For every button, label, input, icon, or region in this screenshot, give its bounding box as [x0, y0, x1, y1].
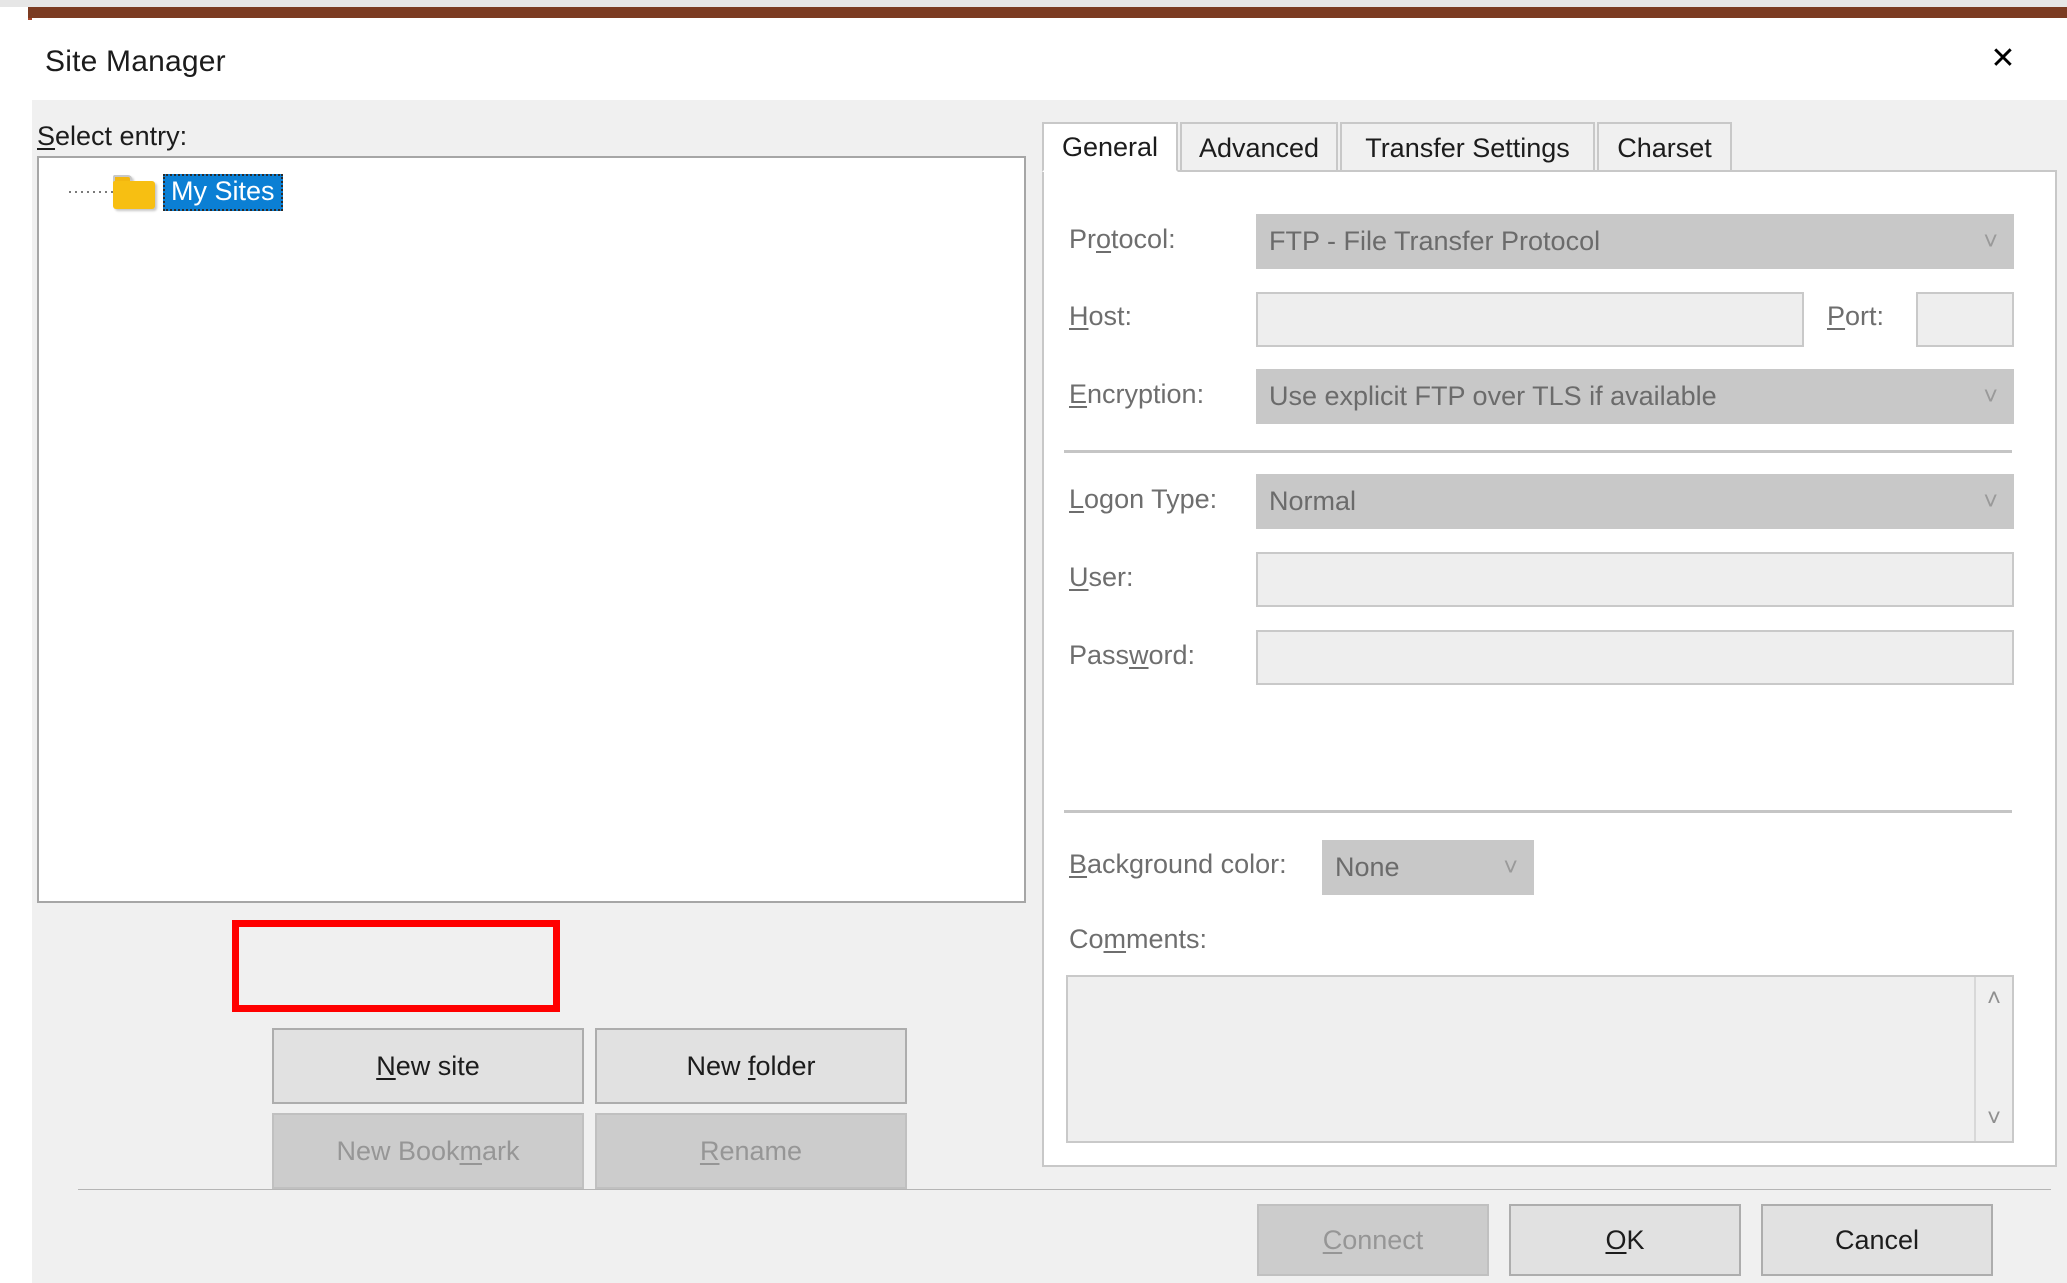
chevron-down-icon: ˅ — [1983, 229, 1998, 254]
encryption-label: Encryption: — [1069, 379, 1204, 410]
chevron-down-icon[interactable]: ˅ — [1987, 1107, 2001, 1131]
chevron-up-icon[interactable]: ˄ — [1987, 987, 2001, 1011]
folder-icon — [113, 175, 155, 209]
encryption-select: Use explicit FTP over TLS if available ˅ — [1256, 369, 2014, 424]
tab-transfer-settings[interactable]: Transfer Settings — [1340, 122, 1595, 172]
tree-connector-icon — [61, 170, 113, 214]
user-input — [1256, 552, 2014, 607]
chevron-down-icon: ˅ — [1503, 855, 1518, 880]
host-input — [1256, 292, 1804, 347]
close-icon[interactable]: ✕ — [1971, 36, 2035, 82]
background-color-label: Background color: — [1069, 849, 1287, 880]
dialog-title: Site Manager — [45, 45, 226, 79]
notebook-tabstrip: General Advanced Transfer Settings Chars… — [1042, 122, 2057, 172]
port-input — [1916, 292, 2014, 347]
section-divider-bottom — [1064, 810, 2012, 813]
new-bookmark-button: New Bookmark — [272, 1113, 584, 1189]
chevron-down-icon: ˅ — [1983, 384, 1998, 409]
site-tree[interactable]: My Sites — [37, 156, 1026, 903]
select-entry-label: Select entry: — [37, 121, 187, 152]
dialog-body: Select entry: My Sites New site New fold… — [32, 100, 2067, 1190]
user-label: User: — [1069, 562, 1134, 593]
dialog-footer: Connect OK Cancel — [32, 1190, 2067, 1283]
password-input — [1256, 630, 2014, 685]
new-folder-button[interactable]: New folder — [595, 1028, 907, 1104]
host-label: Host: — [1069, 301, 1132, 332]
tab-charset[interactable]: Charset — [1597, 122, 1732, 172]
rename-button: Rename — [595, 1113, 907, 1189]
background-window-shade — [0, 0, 2067, 7]
tab-advanced[interactable]: Advanced — [1180, 122, 1338, 172]
logon-type-select: Normal ˅ — [1256, 474, 2014, 529]
protocol-select: FTP - File Transfer Protocol ˅ — [1256, 214, 2014, 269]
password-label: Password: — [1069, 640, 1195, 671]
comments-textarea: ˄ ˅ — [1066, 975, 2014, 1143]
logon-type-label: Logon Type: — [1069, 484, 1217, 515]
tab-panel-general: Protocol: FTP - File Transfer Protocol ˅… — [1042, 170, 2057, 1167]
tab-general[interactable]: General — [1042, 122, 1178, 172]
tree-item-my-sites[interactable]: My Sites — [39, 170, 283, 214]
tree-item-label: My Sites — [163, 174, 283, 211]
settings-notebook: General Advanced Transfer Settings Chars… — [1042, 122, 2057, 1167]
background-color-select: None ˅ — [1322, 840, 1534, 895]
connect-button: Connect — [1257, 1204, 1489, 1276]
protocol-label: Protocol: — [1069, 224, 1176, 255]
section-divider-top — [1064, 450, 2012, 453]
ok-button[interactable]: OK — [1509, 1204, 1741, 1276]
cancel-button[interactable]: Cancel — [1761, 1204, 1993, 1276]
comments-scrollbar[interactable]: ˄ ˅ — [1974, 977, 2012, 1141]
dialog-titlebar: Site Manager ✕ — [32, 18, 2067, 100]
comments-label: Comments: — [1069, 924, 1207, 955]
site-manager-dialog: Site Manager ✕ Select entry: My Sites Ne… — [32, 18, 2067, 1283]
screen: Site Manager ✕ Select entry: My Sites Ne… — [0, 0, 2067, 1283]
port-label: Port: — [1827, 301, 1884, 332]
chevron-down-icon: ˅ — [1983, 489, 1998, 514]
new-site-button[interactable]: New site — [272, 1028, 584, 1104]
